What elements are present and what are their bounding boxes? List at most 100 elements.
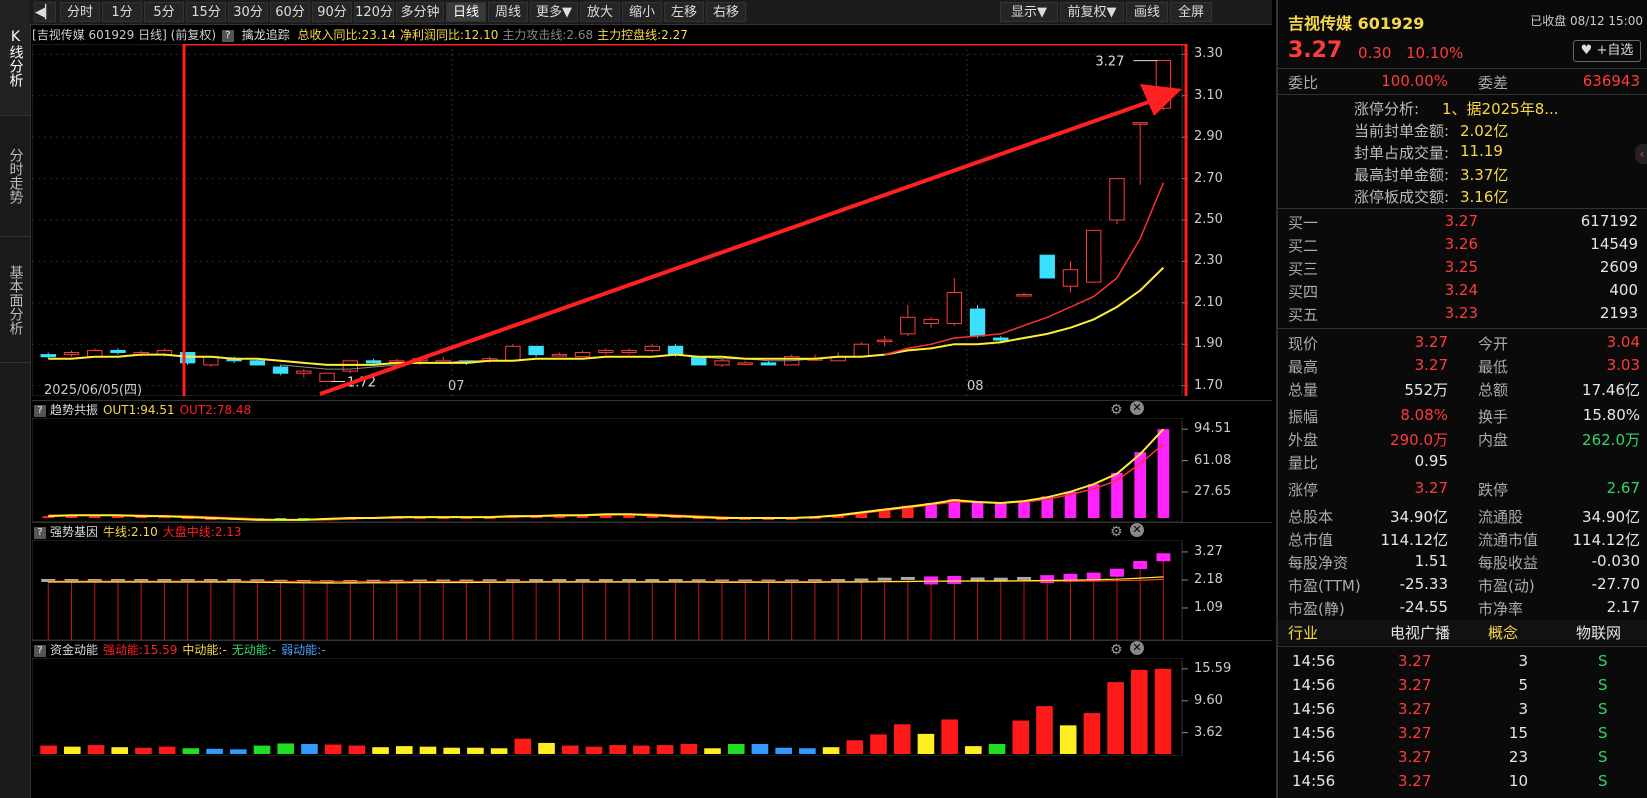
candle[interactable]	[876, 335, 893, 347]
tab-fundamentals[interactable]: 基本面分析	[0, 237, 30, 363]
candle[interactable]	[342, 360, 358, 374]
candle[interactable]	[1132, 122, 1148, 185]
candle[interactable]	[900, 304, 916, 336]
indicator-name[interactable]: 擒龙追踪	[242, 28, 290, 42]
value-tick-label: 1.09	[1194, 599, 1223, 615]
tick-volume: 3	[1518, 652, 1528, 670]
subpanel-name[interactable]: 趋势共振	[50, 403, 98, 417]
subpanel-chart-2[interactable]	[32, 658, 1272, 756]
close-panel-icon[interactable]: ✕	[1130, 401, 1144, 415]
settings-gear-icon[interactable]: ⚙	[1110, 524, 1123, 540]
toolbar-right-button-1[interactable]: 前复权▼	[1060, 2, 1124, 22]
period-button-12[interactable]: 放大	[580, 2, 620, 22]
period-button-6[interactable]: 90分	[312, 2, 352, 22]
candle[interactable]	[110, 348, 126, 355]
candle[interactable]	[1109, 178, 1125, 225]
candle[interactable]	[1086, 229, 1102, 283]
indicator-value-1: 净利润同比:12.10	[399, 28, 499, 42]
period-button-3[interactable]: 15分	[186, 2, 226, 22]
candle[interactable]	[598, 348, 614, 355]
candle[interactable]	[574, 350, 591, 358]
candle[interactable]	[923, 317, 939, 328]
candle[interactable]	[319, 372, 335, 383]
candle[interactable]	[505, 344, 521, 362]
period-button-10[interactable]: 周线	[488, 2, 528, 22]
period-button-7[interactable]: 120分	[354, 2, 394, 22]
settings-gear-icon[interactable]: ⚙	[1110, 642, 1123, 658]
value-tick-label: 2.18	[1194, 571, 1223, 587]
momentum-bar	[1107, 682, 1124, 754]
help-icon[interactable]: ?	[34, 526, 46, 539]
price-tick-label: 3.30	[1194, 46, 1223, 62]
bid-price: 3.27	[1444, 212, 1478, 230]
candle[interactable]	[296, 369, 312, 378]
close-panel-icon[interactable]: ✕	[1130, 523, 1144, 537]
candle[interactable]	[1016, 292, 1032, 297]
collapse-left-icon[interactable]: ◀▏	[34, 2, 56, 22]
help-icon[interactable]: ?	[221, 29, 234, 42]
concept-value[interactable]: 物联网	[1576, 622, 1621, 643]
candlestick-chart[interactable]: 1.723.27	[32, 44, 1272, 396]
candle[interactable]	[528, 345, 544, 357]
tick-time: 14:56	[1292, 652, 1336, 670]
candle[interactable]	[87, 348, 103, 358]
period-button-8[interactable]: 多分钟	[396, 2, 444, 22]
period-button-5[interactable]: 60分	[270, 2, 310, 22]
candle-body	[737, 362, 753, 365]
stat-value: 3.27	[1414, 356, 1448, 374]
help-icon[interactable]: ?	[34, 644, 46, 657]
period-button-1[interactable]: 1分	[102, 2, 142, 22]
candle[interactable]	[946, 277, 963, 326]
expand-panel-icon[interactable]: ‹	[1635, 144, 1647, 164]
toolbar-right-button-0[interactable]: 显示▼	[1000, 2, 1058, 22]
period-button-9[interactable]: 日线	[446, 2, 486, 22]
period-button-15[interactable]: 右移	[706, 2, 746, 22]
momentum-bar	[253, 745, 271, 754]
settings-gear-icon[interactable]: ⚙	[1110, 402, 1123, 418]
candle[interactable]	[272, 364, 289, 376]
close-panel-icon[interactable]: ✕	[1130, 641, 1144, 655]
candle[interactable]	[1062, 261, 1079, 293]
candle[interactable]	[691, 356, 707, 366]
candle[interactable]	[783, 354, 800, 366]
candle[interactable]	[853, 342, 870, 358]
help-icon[interactable]: ?	[34, 404, 46, 417]
momentum-bar	[467, 747, 484, 754]
subpanel-name[interactable]: 强势基因	[50, 525, 98, 539]
candle[interactable]	[737, 360, 753, 365]
candle[interactable]	[760, 360, 777, 366]
stat-value: -0.030	[1591, 552, 1640, 570]
period-button-14[interactable]: 左移	[664, 2, 704, 22]
period-button-0[interactable]: 分时	[60, 2, 100, 22]
candle[interactable]	[621, 348, 637, 355]
candle[interactable]	[203, 356, 219, 368]
industry-value[interactable]: 电视广播	[1390, 622, 1450, 643]
period-button-13[interactable]: 缩小	[622, 2, 662, 22]
toolbar-right-button-2[interactable]: 画线	[1126, 2, 1168, 22]
stat-label: 现价	[1288, 335, 1319, 353]
period-button-2[interactable]: 5分	[144, 2, 184, 22]
tab-kline[interactable]: K线分析	[0, 0, 30, 116]
subpanel-chart-1[interactable]	[32, 540, 1272, 640]
period-button-4[interactable]: 30分	[228, 2, 268, 22]
momentum-bar	[917, 733, 935, 754]
period-button-11[interactable]: 更多▼	[530, 2, 578, 22]
candle[interactable]	[63, 350, 80, 357]
momentum-bar	[1012, 720, 1030, 754]
price-tick-label: 2.50	[1194, 212, 1223, 227]
add-watchlist-button[interactable]: ♥ +自选	[1573, 40, 1641, 62]
momentum-bar	[229, 749, 247, 754]
tab-intraday[interactable]: 分时走势	[0, 116, 30, 237]
subpanel-chart-0[interactable]	[32, 418, 1272, 522]
stat-value: 3.27	[1414, 479, 1448, 497]
stat-value: 34.90亿	[1390, 508, 1448, 526]
candle[interactable]	[969, 304, 986, 339]
subpanel-name[interactable]: 资金动能	[50, 643, 98, 657]
toolbar-right-button-3[interactable]: 全屏	[1170, 2, 1212, 22]
candle[interactable]	[714, 358, 730, 368]
candle[interactable]	[1039, 254, 1055, 279]
divider	[1278, 328, 1647, 329]
candle[interactable]	[551, 352, 568, 357]
stat-label: 每股净资	[1288, 554, 1349, 572]
candle[interactable]	[644, 344, 661, 353]
